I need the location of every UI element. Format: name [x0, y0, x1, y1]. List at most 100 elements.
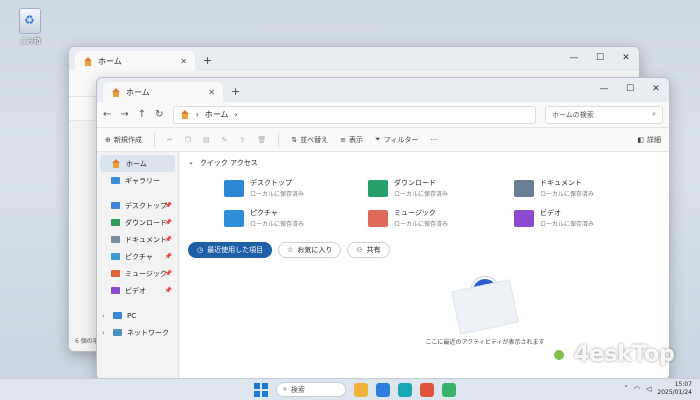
quick-access-tile-music[interactable]: ミュージック ローカルに保存済み: [368, 208, 448, 228]
pin-icon: 📌: [164, 202, 172, 209]
pin-icon: 📌: [164, 270, 172, 277]
home-icon: [83, 56, 93, 66]
chevron-right-icon[interactable]: ›: [102, 312, 108, 320]
tab-close-icon[interactable]: ✕: [180, 57, 187, 66]
sidebar-item-music[interactable]: ミュージック 📌: [97, 265, 178, 282]
document-illustration: [451, 279, 519, 335]
sidebar-item-videos[interactable]: ビデオ 📌: [97, 282, 178, 299]
tab-recent[interactable]: ◷ 最近使用した項目: [188, 242, 273, 258]
filter-icon: ⏷: [375, 135, 381, 143]
tab-title: ホーム: [98, 56, 122, 66]
quick-access-tile-documents[interactable]: ドキュメントローカルに保存済み: [514, 178, 594, 198]
view-button[interactable]: ≡ 表示: [340, 135, 363, 145]
sidebar-item-label: ネットワーク: [127, 328, 169, 337]
wifi-icon[interactable]: ◠: [634, 385, 640, 393]
search-icon: ⌕: [652, 110, 656, 118]
new-button[interactable]: ⊕ 新規作成: [105, 135, 142, 145]
new-tab-button[interactable]: +: [203, 54, 212, 67]
tile-subtitle: ローカルに保存済み: [540, 191, 595, 198]
pc-icon: [113, 312, 122, 319]
share-icon[interactable]: ⇪: [240, 136, 246, 144]
quick-access-header[interactable]: ⌄ クイック アクセス: [188, 158, 258, 168]
videos-folder-icon: [514, 209, 534, 227]
maximize-button[interactable]: ☐: [587, 47, 613, 69]
volume-icon[interactable]: ◁: [646, 385, 651, 393]
sort-label: 並べ替え: [300, 135, 329, 144]
navigation-pane: ホーム ギャラリー デスクトップ 📌 ダウンロード 📌 ドキュメント 📌 ピクチ…: [97, 152, 179, 379]
quick-access-tile-downloads[interactable]: ダウンロード ローカルに保存済み: [368, 178, 448, 198]
sidebar-item-label: ドキュメント: [125, 235, 167, 244]
command-bar: ⊕ 新規作成 ✂ ❐ ▤ ✎ ⇪ 🗑 ⇅ 並べ替え ≡ 表示 ⏷ フィルター ··· ◧…: [97, 128, 669, 152]
chevron-down-icon: ⌄: [188, 158, 194, 166]
close-button[interactable]: ✕: [613, 47, 639, 69]
details-pane-button[interactable]: ◧ 詳細: [637, 135, 661, 145]
sidebar-item-desktop[interactable]: デスクトップ 📌: [97, 197, 178, 214]
tab-shared-label: 共有: [366, 246, 381, 254]
file-explorer-icon[interactable]: [354, 382, 368, 397]
rename-icon[interactable]: ✎: [222, 136, 228, 144]
chevron-up-icon[interactable]: ˄: [624, 385, 628, 393]
app-icon[interactable]: [442, 382, 456, 397]
more-options-button[interactable]: ···: [431, 136, 438, 144]
sidebar-item-label: デスクトップ: [125, 201, 167, 210]
taskbar-clock[interactable]: 15:07 2025/01/24: [657, 381, 692, 397]
close-button[interactable]: ✕: [643, 78, 669, 100]
sidebar-item-documents[interactable]: ドキュメント 📌: [97, 231, 178, 248]
tile-subtitle: ローカルに保存済み: [540, 221, 595, 228]
paste-icon[interactable]: ▤: [203, 136, 210, 144]
back-arrow-icon[interactable]: ←: [103, 109, 111, 120]
quick-access-tile-pictures[interactable]: ピクチャローカルに保存済み: [224, 208, 304, 228]
tab-close-icon[interactable]: ✕: [208, 88, 215, 97]
minimize-button[interactable]: —: [561, 47, 587, 69]
tile-name: ピクチャ: [250, 209, 278, 217]
tile-name: ドキュメント: [540, 179, 582, 187]
taskbar-search[interactable]: ⌕ 検索: [276, 382, 346, 397]
quick-access-tile-videos[interactable]: ビデオ ローカルに保存済み: [514, 208, 594, 228]
pin-icon: 📌: [164, 219, 172, 226]
sidebar-item-network[interactable]: › ネットワーク: [97, 324, 178, 341]
breadcrumb-separator: ›: [195, 110, 199, 119]
quick-access-tile-desktop[interactable]: デスクトップ ローカルに保存済み: [224, 178, 304, 198]
app-icon[interactable]: [420, 382, 434, 397]
clock-icon: ◷: [197, 246, 204, 254]
tile-subtitle: ローカルに保存済み: [250, 221, 305, 228]
tab-favorites[interactable]: ☆ お気に入り: [278, 242, 342, 258]
filter-button[interactable]: ⏷ フィルター: [375, 135, 418, 145]
gallery-icon: [111, 177, 120, 184]
pictures-folder-icon: [111, 253, 120, 260]
chevron-right-icon[interactable]: ›: [102, 329, 108, 337]
music-folder-icon: [368, 209, 388, 227]
desktop-icon-recycle-bin[interactable]: ごみ箱: [12, 8, 48, 46]
tab-home[interactable]: ホーム ✕: [75, 51, 195, 71]
sidebar-item-gallery[interactable]: ギャラリー: [97, 172, 178, 189]
address-bar[interactable]: › ホーム ›: [172, 105, 536, 124]
sidebar-item-pc[interactable]: › PC: [97, 307, 178, 324]
tab-favorites-label: お気に入り: [297, 246, 333, 254]
maximize-button[interactable]: ☐: [617, 78, 643, 100]
explorer-window[interactable]: ホーム ✕ + — ☐ ✕ ← → ↑ ↻ › ホーム › ホームの検索 ⌕ ⊕…: [96, 77, 670, 380]
up-arrow-icon[interactable]: ↑: [138, 109, 146, 120]
sidebar-item-downloads[interactable]: ダウンロード 📌: [97, 214, 178, 231]
breadcrumb-home[interactable]: ホーム: [205, 109, 229, 120]
forward-arrow-icon[interactable]: →: [120, 109, 128, 120]
store-icon[interactable]: [398, 382, 412, 397]
delete-icon[interactable]: 🗑: [257, 136, 266, 144]
tab-home[interactable]: ホーム ✕: [103, 82, 223, 102]
refresh-icon[interactable]: ↻: [155, 109, 163, 120]
minimize-button[interactable]: —: [591, 78, 617, 100]
new-tab-button[interactable]: +: [231, 85, 240, 98]
cut-icon[interactable]: ✂: [167, 136, 173, 144]
sidebar-item-home[interactable]: ホーム: [100, 155, 175, 172]
sort-button[interactable]: ⇅ 並べ替え: [291, 135, 328, 145]
pictures-folder-icon: [224, 209, 244, 227]
copy-icon[interactable]: ❐: [185, 136, 191, 144]
windows-start-icon[interactable]: [254, 382, 268, 397]
sidebar-item-pictures[interactable]: ピクチャ 📌: [97, 248, 178, 265]
search-box[interactable]: ホームの検索 ⌕: [545, 105, 663, 124]
pin-icon: 📌: [164, 253, 172, 260]
tab-shared[interactable]: ⚇ 共有: [347, 242, 390, 258]
desktop-folder-icon: [111, 202, 120, 209]
tile-subtitle: ローカルに保存済み: [394, 191, 449, 198]
edge-icon[interactable]: [376, 382, 390, 397]
downloads-folder-icon: [368, 179, 388, 197]
